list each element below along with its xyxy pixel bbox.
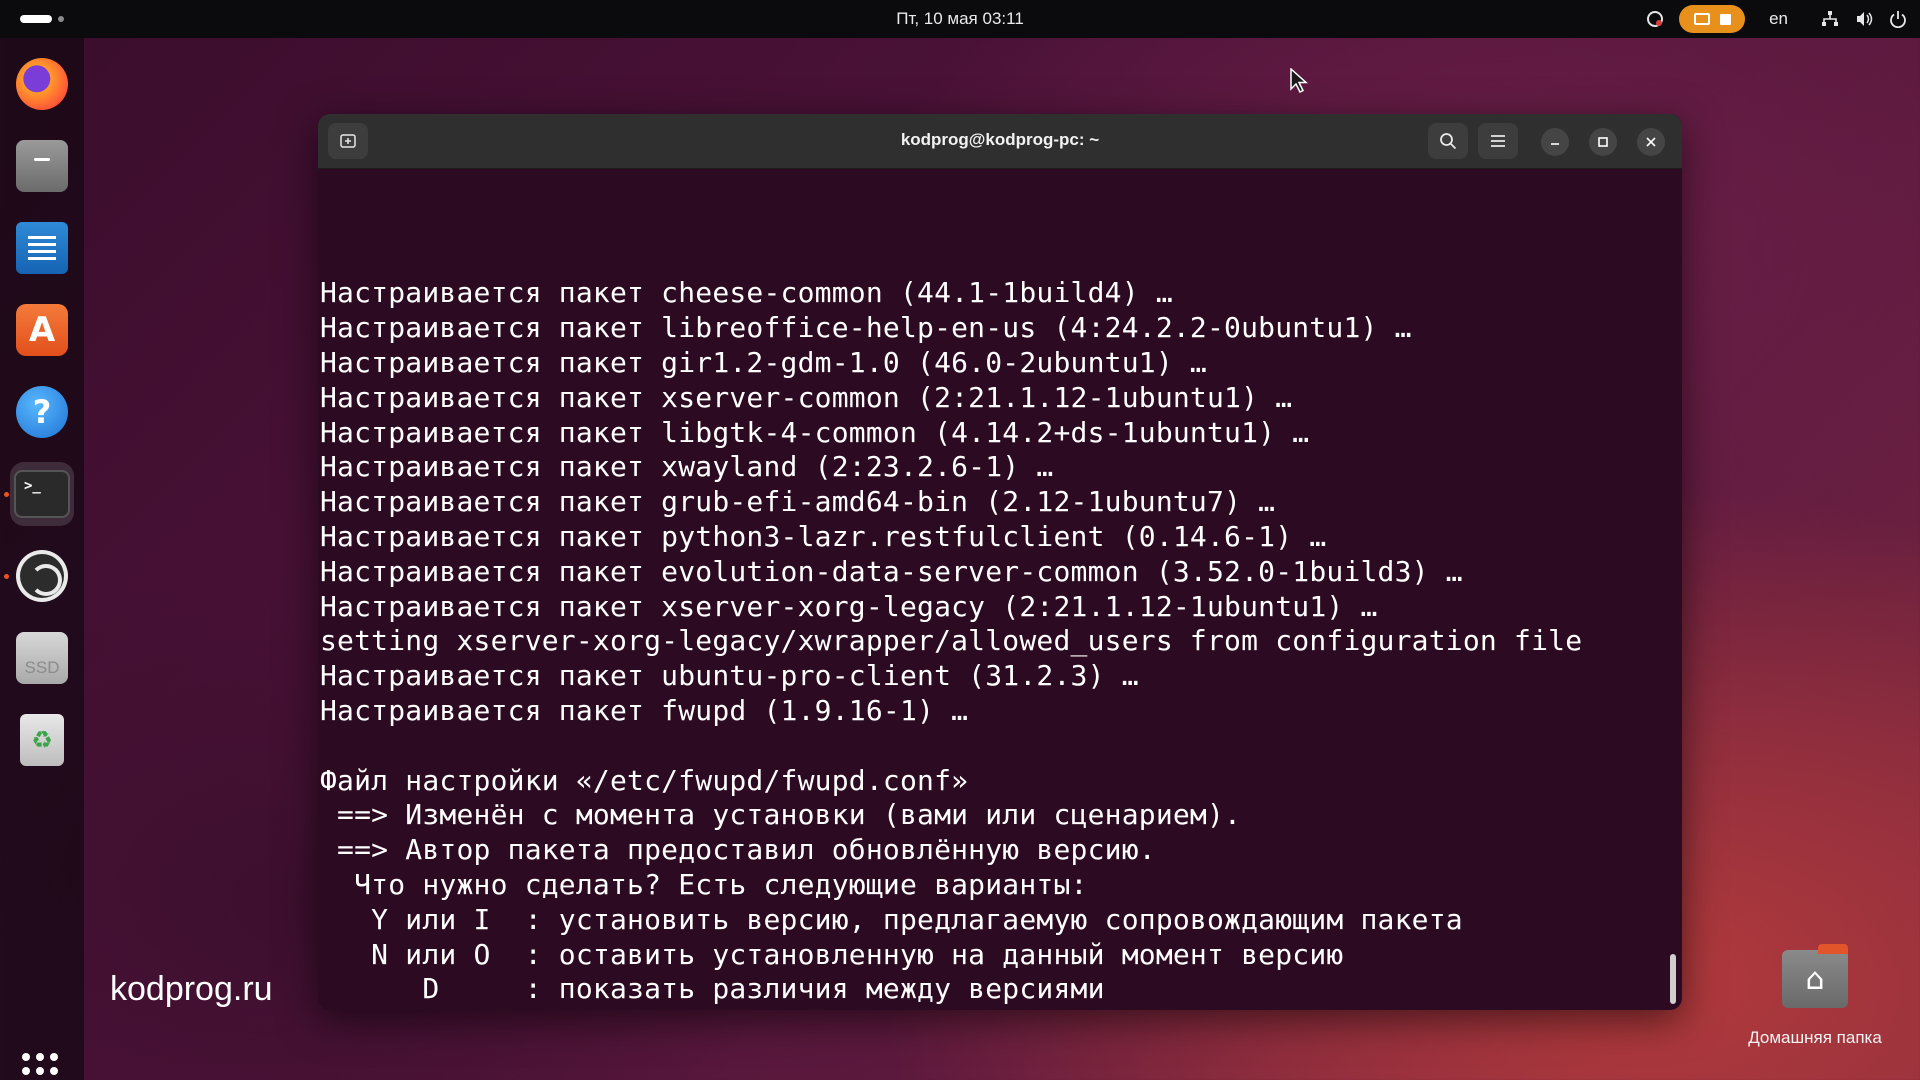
minimize-button[interactable] <box>1541 128 1569 156</box>
terminal-line: setting xserver-xorg-legacy/xwrapper/all… <box>320 624 1583 658</box>
keyboard-layout-indicator[interactable]: en <box>1769 9 1788 29</box>
home-folder-label: Домашняя папка <box>1748 1028 1882 1047</box>
maximize-button[interactable] <box>1589 128 1617 156</box>
terminal-line: Настраивается пакет evolution-data-serve… <box>320 554 1463 588</box>
dock-item-obs-studio[interactable] <box>10 544 74 608</box>
terminal-line: Настраивается пакет python3-lazr.restful… <box>320 519 1327 553</box>
terminal-icon: >_ <box>14 470 70 518</box>
writer-icon <box>16 222 68 274</box>
running-indicator <box>4 574 9 579</box>
window-title: kodprog@kodprog-pc: ~ <box>900 130 1100 149</box>
terminal-headerbar[interactable]: kodprog@kodprog-pc: ~ <box>318 114 1682 169</box>
terminal-line: Y или I : установить версию, предлагаему… <box>320 902 1463 936</box>
hamburger-menu-icon <box>1491 135 1505 147</box>
desktop-home-folder[interactable]: ⌂ Домашняя папка <box>1740 944 1890 1048</box>
dock-item-terminal[interactable]: >_ <box>10 462 74 526</box>
terminal-line: Настраивается пакет xserver-xorg-legacy … <box>320 589 1378 623</box>
new-tab-icon <box>340 134 356 148</box>
mouse-pointer-icon <box>1290 68 1308 94</box>
dock-item-firefox[interactable] <box>10 52 74 116</box>
terminal-window[interactable]: kodprog@kodprog-pc: ~ Настраивается паке… <box>318 114 1682 1010</box>
files-icon <box>16 140 68 192</box>
dock-item-trash[interactable]: ♻ <box>10 708 74 772</box>
terminal-output[interactable]: Настраивается пакет cheese-common (44.1-… <box>320 172 1672 1010</box>
search-icon <box>1440 133 1457 150</box>
scrollbar[interactable] <box>1670 954 1676 1004</box>
watermark-text: kodprog.ru <box>110 970 273 1008</box>
close-icon <box>1646 137 1656 147</box>
terminal-line: Настраивается пакет libgtk-4-common (4.1… <box>320 415 1310 449</box>
terminal-line: Настраивается пакет gir1.2-gdm-1.0 (46.0… <box>320 345 1207 379</box>
dock-item-app-center[interactable]: A <box>10 298 74 362</box>
activities-indicator[interactable] <box>20 15 64 23</box>
terminal-line: D : показать различия между версиями <box>320 972 1105 1006</box>
terminal-line: N или O : оставить установленную на данн… <box>320 937 1344 971</box>
terminal-line: ==> Автор пакета предоставил обновлённую… <box>320 833 1156 867</box>
app-store-icon: A <box>16 304 68 356</box>
dock-item-help[interactable]: ? <box>10 380 74 444</box>
maximize-icon <box>1598 137 1608 147</box>
screen-recording-indicator[interactable] <box>1679 5 1746 33</box>
power-icon[interactable] <box>1888 9 1908 29</box>
apps-grid-icon[interactable] <box>22 1053 58 1080</box>
system-tray: en <box>1645 5 1908 33</box>
dock-item-libreoffice-writer[interactable] <box>10 216 74 280</box>
terminal-line: Настраивается пакет xserver-common (2:21… <box>320 380 1293 414</box>
clock: Пт, 10 мая 03:11 <box>0 9 1920 29</box>
screenshot-icon[interactable] <box>1645 9 1665 29</box>
minimize-icon <box>1551 143 1559 145</box>
dock: A ? >_ SSD ♻ <box>0 38 84 1080</box>
search-button[interactable] <box>1428 123 1468 159</box>
stop-icon <box>1719 13 1731 25</box>
datetime-label[interactable]: Пт, 10 мая 03:11 <box>896 9 1024 28</box>
close-button[interactable] <box>1637 128 1665 156</box>
home-folder-icon: ⌂ <box>1782 944 1848 1008</box>
top-bar: Пт, 10 мая 03:11 en <box>0 0 1920 38</box>
drive-label: SSD <box>24 658 60 677</box>
network-icon[interactable] <box>1820 9 1840 29</box>
obs-icon <box>16 550 68 602</box>
running-indicator <box>4 492 9 497</box>
terminal-line: ==> Изменён с момента установки (вами ил… <box>320 798 1242 832</box>
volume-icon[interactable] <box>1854 9 1874 29</box>
terminal-line: Файл настройки «/etc/fwupd/fwupd.conf» <box>320 763 969 797</box>
terminal-line: Настраивается пакет xwayland (2:23.2.6-1… <box>320 450 1054 484</box>
dock-item-files[interactable] <box>10 134 74 198</box>
terminal-line: Настраивается пакет fwupd (1.9.16-1) … <box>320 693 969 727</box>
trash-icon: ♻ <box>20 714 64 766</box>
terminal-line: Настраивается пакет libreoffice-help-en-… <box>320 311 1412 345</box>
terminal-line: Настраивается пакет cheese-common (44.1-… <box>320 276 1173 310</box>
menu-button[interactable] <box>1478 123 1518 159</box>
terminal-line: Что нужно сделать? Есть следующие вариан… <box>320 867 1088 901</box>
firefox-icon <box>16 58 68 110</box>
terminal-line: Z : запустить оболочку командной строки … <box>320 1007 1672 1010</box>
new-tab-button[interactable] <box>328 123 368 159</box>
workspace-active-pill[interactable] <box>20 15 52 23</box>
terminal-line: Настраивается пакет grub-efi-amd64-bin (… <box>320 485 1276 519</box>
terminal-line: Настраивается пакет ubuntu-pro-client (3… <box>320 659 1139 693</box>
dock-item-ssd[interactable]: SSD <box>10 626 74 690</box>
help-icon: ? <box>16 386 68 438</box>
screen-recording-icon <box>1693 13 1710 25</box>
drive-icon: SSD <box>16 632 68 684</box>
workspace-dot[interactable] <box>58 16 64 22</box>
